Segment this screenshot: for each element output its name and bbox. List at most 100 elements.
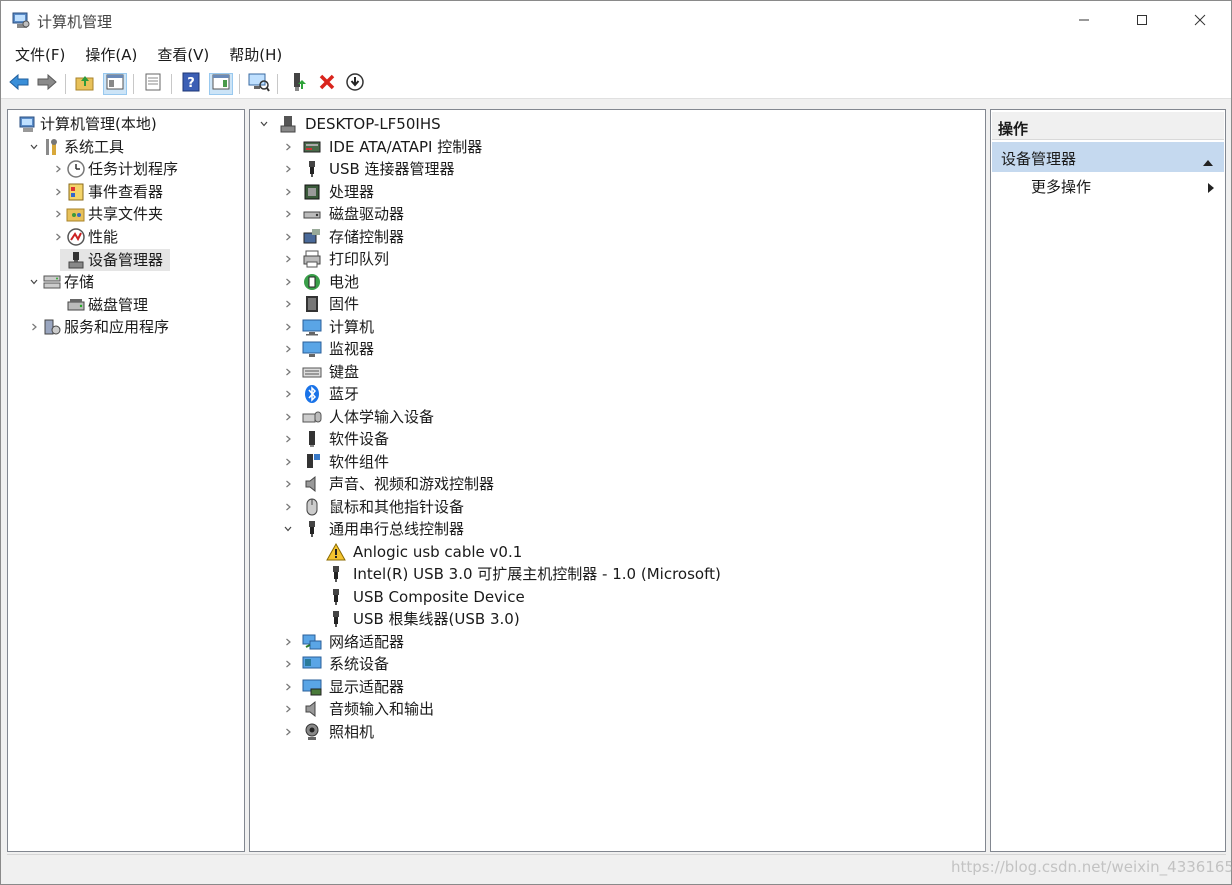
chevron-down-icon[interactable] (258, 113, 270, 135)
chevron-right-icon[interactable] (282, 451, 294, 473)
chevron-right-icon[interactable] (282, 136, 294, 158)
more-actions-item[interactable]: 更多操作 (1031, 176, 1091, 197)
close-button[interactable] (1171, 1, 1229, 39)
chevron-right-icon[interactable] (52, 181, 64, 203)
device-category[interactable]: 键盘 (250, 361, 985, 383)
device-category[interactable]: 电池 (250, 271, 985, 293)
device-category[interactable]: 软件设备 (250, 428, 985, 450)
device-category[interactable]: 软件组件 (250, 451, 985, 473)
device-category[interactable]: 音频输入和输出 (250, 698, 985, 720)
device-category[interactable]: 监视器 (250, 338, 985, 360)
chevron-right-icon[interactable] (28, 316, 40, 338)
chevron-right-icon[interactable] (282, 316, 294, 338)
chevron-right-icon[interactable] (52, 158, 64, 180)
device-category[interactable]: 鼠标和其他指针设备 (250, 496, 985, 518)
chevron-right-icon[interactable] (282, 248, 294, 270)
toolbar-separator (171, 74, 172, 94)
device-category[interactable]: 磁盘驱动器 (250, 203, 985, 225)
device-category[interactable]: 蓝牙 (250, 383, 985, 405)
chevron-right-icon[interactable] (282, 676, 294, 698)
export-list-button[interactable] (141, 73, 165, 95)
device-category[interactable]: 显示适配器 (250, 676, 985, 698)
maximize-button[interactable] (1113, 1, 1171, 39)
menu-view[interactable]: 查看(V) (149, 40, 217, 69)
device-category[interactable]: 系统设备 (250, 653, 985, 675)
device-item[interactable]: USB Composite Device (250, 586, 985, 608)
device-tree-label: 监视器 (329, 340, 375, 358)
chevron-right-icon[interactable] (282, 383, 294, 405)
device-category[interactable]: 处理器 (250, 181, 985, 203)
console-tree-item[interactable]: 性能 (8, 226, 244, 248)
chevron-down-icon[interactable] (28, 271, 40, 293)
menu-file[interactable]: 文件(F) (7, 40, 73, 69)
console-tree-item[interactable]: 磁盘管理 (8, 294, 244, 316)
device-item[interactable]: Intel(R) USB 3.0 可扩展主机控制器 - 1.0 (Microso… (250, 563, 985, 585)
device-category[interactable]: 存储控制器 (250, 226, 985, 248)
up-level-button[interactable] (73, 73, 97, 95)
uninstall-device-button[interactable] (315, 73, 339, 95)
chevron-right-icon[interactable] (282, 271, 294, 293)
console-tree-item[interactable]: 设备管理器 (8, 248, 244, 271)
console-tree-label: 性能 (88, 228, 119, 246)
menu-help[interactable]: 帮助(H) (221, 40, 290, 69)
chevron-right-icon[interactable] (282, 698, 294, 720)
chevron-right-icon[interactable] (282, 361, 294, 383)
chevron-right-icon[interactable] (282, 226, 294, 248)
chevron-right-icon[interactable] (282, 181, 294, 203)
chevron-right-icon[interactable] (282, 496, 294, 518)
device-category[interactable]: 固件 (250, 293, 985, 315)
back-button[interactable] (7, 73, 31, 95)
show-hide-action-pane-button[interactable] (209, 73, 233, 95)
console-tree-item[interactable]: 存储 (8, 271, 244, 293)
scan-hardware-button[interactable] (247, 73, 271, 95)
system-device-icon (302, 654, 322, 674)
chevron-right-icon[interactable] (282, 158, 294, 180)
chevron-right-icon[interactable] (52, 203, 64, 225)
device-item[interactable]: Anlogic usb cable v0.1 (250, 541, 985, 563)
device-category[interactable]: 计算机 (250, 316, 985, 338)
chevron-right-icon[interactable] (282, 473, 294, 495)
update-driver-button[interactable] (287, 73, 311, 95)
console-tree-item[interactable]: 系统工具 (8, 136, 244, 158)
device-category[interactable]: 打印队列 (250, 248, 985, 270)
device-category[interactable]: 照相机 (250, 721, 985, 743)
chevron-right-icon[interactable] (282, 428, 294, 450)
show-hide-tree-button[interactable] (103, 73, 127, 95)
device-category[interactable]: 通用串行总线控制器 (250, 518, 985, 540)
more-actions-label: 更多操作 (1031, 178, 1092, 196)
chevron-right-icon[interactable] (282, 293, 294, 315)
disable-device-button[interactable] (343, 73, 367, 95)
chevron-right-icon[interactable] (52, 226, 64, 248)
minimize-button[interactable] (1055, 1, 1113, 39)
chevron-right-icon[interactable] (282, 203, 294, 225)
device-category[interactable]: USB 连接器管理器 (250, 158, 985, 180)
chevron-right-icon[interactable] (282, 338, 294, 360)
device-tree-label: USB Composite Device (353, 587, 525, 606)
console-tree-item[interactable]: 服务和应用程序 (8, 316, 244, 338)
console-tree-item[interactable]: 共享文件夹 (8, 203, 244, 225)
menu-action[interactable]: 操作(A) (77, 40, 145, 69)
help-button[interactable]: ? (179, 72, 203, 95)
watermark: https://blog.csdn.net/weixin_43361652 (951, 858, 1232, 876)
device-category[interactable]: 网络适配器 (250, 631, 985, 653)
console-tree-item[interactable]: 事件查看器 (8, 181, 244, 203)
chevron-down-icon[interactable] (282, 518, 294, 540)
device-tree-label: 计算机 (329, 317, 375, 336)
console-tree-item[interactable]: 任务计划程序 (8, 158, 244, 180)
forward-button[interactable] (35, 73, 59, 95)
chevron-right-icon[interactable] (282, 406, 294, 428)
actions-section-device-manager[interactable]: 设备管理器 (992, 142, 1224, 172)
chevron-right-icon[interactable] (282, 631, 294, 653)
device-category[interactable]: 声音、视频和游戏控制器 (250, 473, 985, 495)
firmware-icon (302, 294, 322, 314)
submenu-arrow-icon (1207, 180, 1215, 198)
device-item[interactable]: USB 根集线器(USB 3.0) (250, 608, 985, 630)
device-category[interactable]: 人体学输入设备 (250, 406, 985, 428)
usb-icon (326, 587, 346, 607)
chevron-down-icon[interactable] (28, 136, 40, 158)
chevron-right-icon[interactable] (282, 653, 294, 675)
console-tree-item[interactable]: 计算机管理(本地) (8, 113, 244, 135)
chevron-right-icon[interactable] (282, 721, 294, 743)
device-category[interactable]: IDE ATA/ATAPI 控制器 (250, 136, 985, 158)
device-tree-root[interactable]: DESKTOP-LF50IHS (250, 113, 985, 135)
